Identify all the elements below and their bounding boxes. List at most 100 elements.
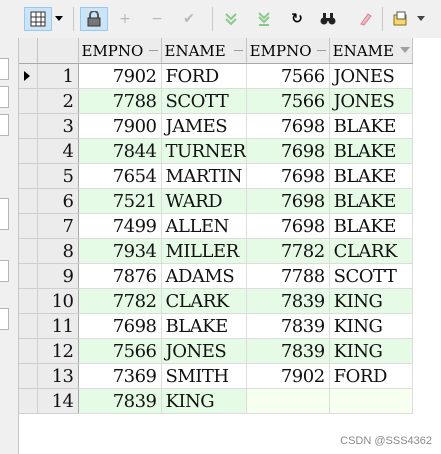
cell-ename-2[interactable]: CLARK bbox=[329, 238, 413, 264]
export-icon[interactable] bbox=[390, 9, 412, 29]
cell-ename[interactable]: SMITH bbox=[161, 363, 247, 389]
cell-empno-2[interactable]: 7698 bbox=[246, 138, 330, 164]
cell-empno-2[interactable] bbox=[246, 388, 330, 414]
table-row[interactable]: 5 7654 MARTIN 7698 BLAKE bbox=[19, 163, 413, 189]
cell-ename[interactable]: ALLEN bbox=[161, 213, 247, 239]
cell-ename-2[interactable]: KING bbox=[329, 313, 413, 339]
row-indicator[interactable] bbox=[19, 388, 38, 414]
column-menu-icon[interactable] bbox=[148, 50, 158, 51]
cell-empno[interactable]: 7369 bbox=[78, 363, 162, 389]
row-number[interactable]: 1 bbox=[37, 63, 79, 89]
find-icon[interactable] bbox=[317, 9, 339, 29]
column-header-ename[interactable]: ENAME bbox=[161, 38, 247, 64]
side-panel-control[interactable] bbox=[0, 260, 9, 282]
row-number[interactable]: 12 bbox=[37, 338, 79, 364]
row-indicator[interactable] bbox=[19, 238, 38, 264]
column-menu-icon[interactable] bbox=[316, 50, 326, 51]
export-dropdown-icon[interactable] bbox=[415, 9, 427, 29]
cell-ename-2[interactable]: BLAKE bbox=[329, 213, 413, 239]
row-number[interactable]: 2 bbox=[37, 88, 79, 114]
cell-ename[interactable]: FORD bbox=[161, 63, 247, 89]
cell-empno-2[interactable]: 7839 bbox=[246, 338, 330, 364]
cell-empno-2[interactable]: 7698 bbox=[246, 188, 330, 214]
cell-ename-2[interactable] bbox=[329, 388, 413, 414]
clear-icon[interactable] bbox=[355, 9, 377, 29]
table-row[interactable]: 11 7698 BLAKE 7839 KING bbox=[19, 313, 413, 339]
cell-ename-2[interactable]: KING bbox=[329, 288, 413, 314]
cell-ename-2[interactable]: KING bbox=[329, 338, 413, 364]
cell-empno[interactable]: 7844 bbox=[78, 138, 162, 164]
row-number[interactable]: 9 bbox=[37, 263, 79, 289]
row-indicator[interactable] bbox=[19, 213, 38, 239]
cell-empno[interactable]: 7902 bbox=[78, 63, 162, 89]
fetch-next-icon[interactable] bbox=[220, 9, 242, 29]
table-row[interactable]: 7 7499 ALLEN 7698 BLAKE bbox=[19, 213, 413, 239]
cell-empno-2[interactable]: 7839 bbox=[246, 313, 330, 339]
cell-empno[interactable]: 7654 bbox=[78, 163, 162, 189]
cell-ename-2[interactable]: JONES bbox=[329, 88, 413, 114]
row-indicator[interactable] bbox=[19, 363, 38, 389]
fetch-last-icon[interactable] bbox=[253, 9, 275, 29]
row-number[interactable]: 11 bbox=[37, 313, 79, 339]
table-row[interactable]: 8 7934 MILLER 7782 CLARK bbox=[19, 238, 413, 264]
cell-empno-2[interactable]: 7839 bbox=[246, 288, 330, 314]
side-panel-control[interactable] bbox=[0, 198, 9, 230]
cell-ename-2[interactable]: JONES bbox=[329, 63, 413, 89]
cell-ename[interactable]: CLARK bbox=[161, 288, 247, 314]
cell-ename-2[interactable]: BLAKE bbox=[329, 163, 413, 189]
row-indicator[interactable] bbox=[19, 313, 38, 339]
cell-ename[interactable]: MILLER bbox=[161, 238, 247, 264]
table-row[interactable]: 10 7782 CLARK 7839 KING bbox=[19, 288, 413, 314]
cell-ename-2[interactable]: BLAKE bbox=[329, 138, 413, 164]
cell-empno-2[interactable]: 7902 bbox=[246, 363, 330, 389]
cell-empno[interactable]: 7521 bbox=[78, 188, 162, 214]
dropdown-arrow-icon[interactable] bbox=[52, 9, 66, 29]
row-indicator[interactable] bbox=[19, 188, 38, 214]
cell-ename[interactable]: WARD bbox=[161, 188, 247, 214]
cell-ename[interactable]: JONES bbox=[161, 338, 247, 364]
cell-empno-2[interactable]: 7698 bbox=[246, 213, 330, 239]
cell-empno[interactable]: 7900 bbox=[78, 113, 162, 139]
row-number[interactable]: 8 bbox=[37, 238, 79, 264]
side-panel-control[interactable] bbox=[0, 58, 9, 80]
cell-empno[interactable]: 7839 bbox=[78, 388, 162, 414]
row-number[interactable]: 4 bbox=[37, 138, 79, 164]
table-row[interactable]: 1 7902 FORD 7566 JONES bbox=[19, 63, 413, 89]
row-number[interactable]: 6 bbox=[37, 188, 79, 214]
grid-view-icon[interactable] bbox=[24, 7, 52, 31]
post-changes-icon[interactable]: ✔ bbox=[178, 9, 200, 29]
column-dropdown-icon[interactable] bbox=[399, 47, 410, 53]
cell-empno-2[interactable]: 7788 bbox=[246, 263, 330, 289]
row-indicator[interactable] bbox=[19, 338, 38, 364]
cell-ename[interactable]: JAMES bbox=[161, 113, 247, 139]
lock-icon[interactable] bbox=[80, 7, 108, 31]
row-indicator[interactable] bbox=[19, 138, 38, 164]
cell-ename[interactable]: MARTIN bbox=[161, 163, 247, 189]
table-row[interactable]: 13 7369 SMITH 7902 FORD bbox=[19, 363, 413, 389]
side-panel-control[interactable] bbox=[0, 86, 9, 108]
table-row[interactable]: 14 7839 KING bbox=[19, 388, 413, 414]
cell-empno[interactable]: 7934 bbox=[78, 238, 162, 264]
cell-ename-2[interactable]: BLAKE bbox=[329, 113, 413, 139]
add-record-icon[interactable]: + bbox=[114, 9, 136, 29]
cell-ename[interactable]: BLAKE bbox=[161, 313, 247, 339]
table-row[interactable]: 9 7876 ADAMS 7788 SCOTT bbox=[19, 263, 413, 289]
cell-empno[interactable]: 7499 bbox=[78, 213, 162, 239]
cell-ename[interactable]: SCOTT bbox=[161, 88, 247, 114]
refresh-icon[interactable]: ↻ bbox=[286, 9, 308, 29]
cell-ename[interactable]: KING bbox=[161, 388, 247, 414]
cell-empno-2[interactable]: 7782 bbox=[246, 238, 330, 264]
table-row[interactable]: 6 7521 WARD 7698 BLAKE bbox=[19, 188, 413, 214]
row-indicator[interactable] bbox=[19, 113, 38, 139]
cell-ename-2[interactable]: BLAKE bbox=[329, 188, 413, 214]
cell-ename-2[interactable]: SCOTT bbox=[329, 263, 413, 289]
row-number[interactable]: 13 bbox=[37, 363, 79, 389]
cell-empno[interactable]: 7782 bbox=[78, 288, 162, 314]
column-header-empno-2[interactable]: EMPNO bbox=[246, 38, 330, 64]
table-row[interactable]: 4 7844 TURNER 7698 BLAKE bbox=[19, 138, 413, 164]
row-number[interactable]: 3 bbox=[37, 113, 79, 139]
row-number[interactable]: 7 bbox=[37, 213, 79, 239]
row-number[interactable]: 10 bbox=[37, 288, 79, 314]
table-row[interactable]: 12 7566 JONES 7839 KING bbox=[19, 338, 413, 364]
row-indicator[interactable] bbox=[19, 163, 38, 189]
